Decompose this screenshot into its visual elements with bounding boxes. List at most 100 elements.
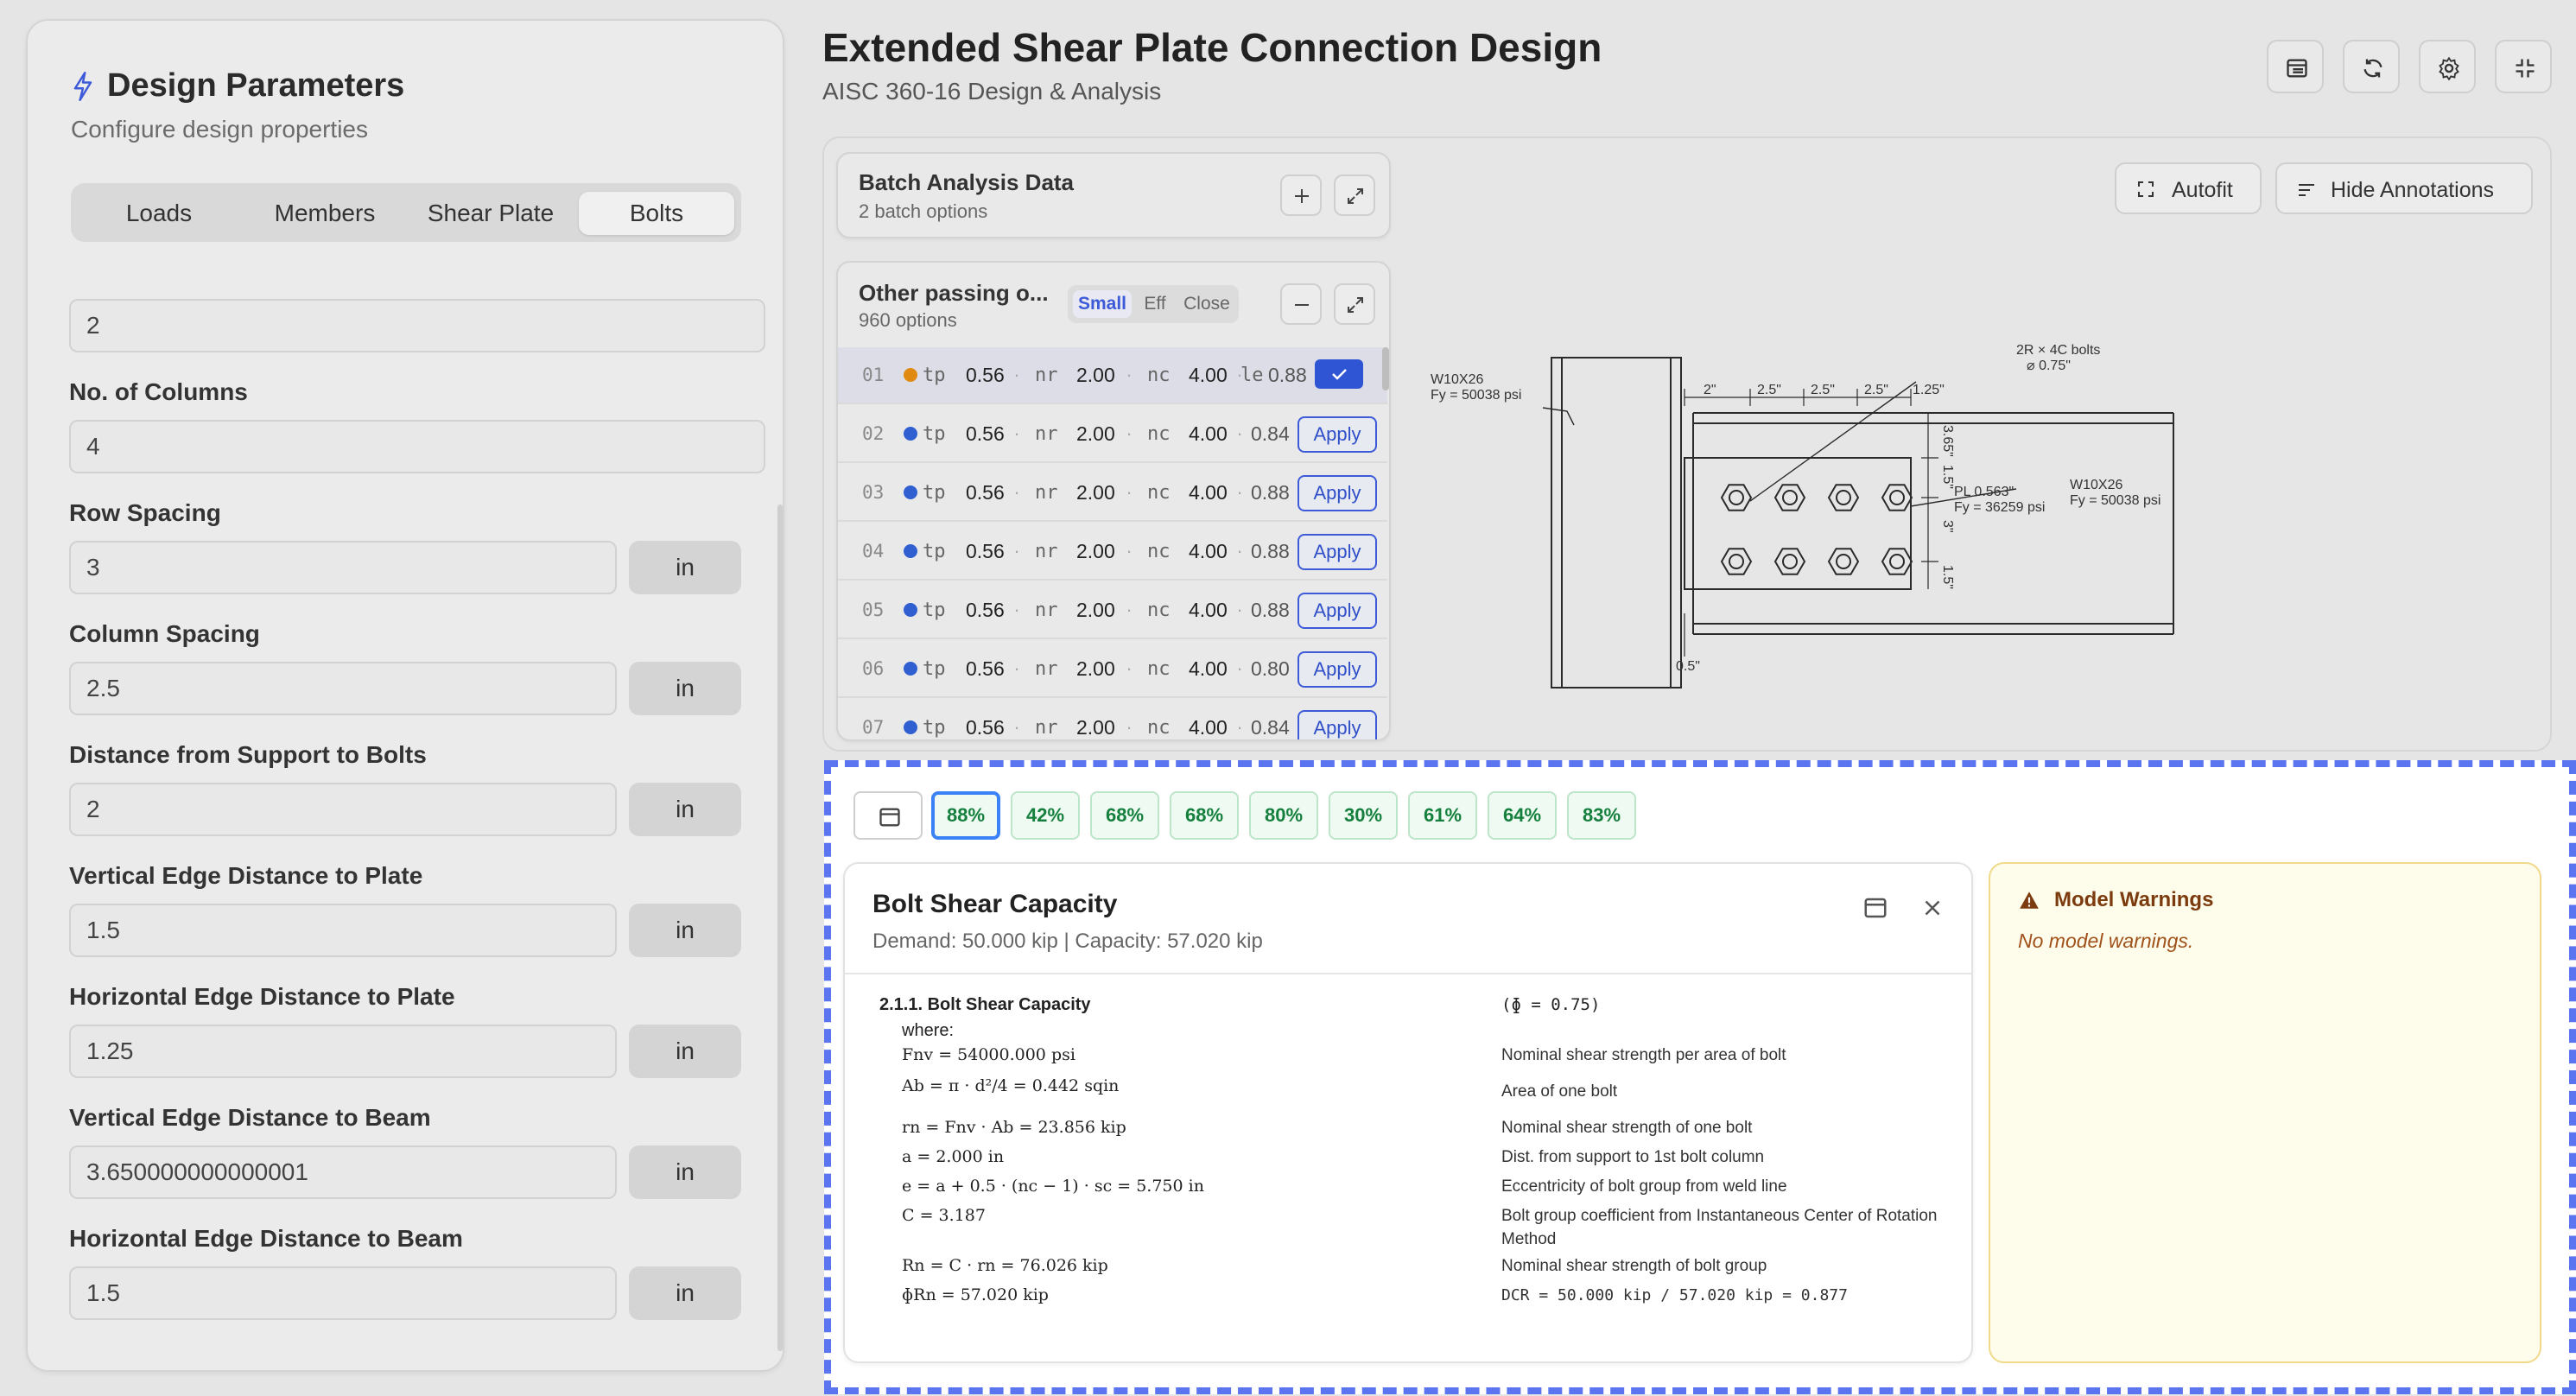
batch-subtitle: 2 batch options — [859, 200, 988, 222]
dcr-check-button[interactable]: 42% — [1011, 791, 1080, 840]
filter-eff[interactable]: Eff — [1135, 290, 1175, 318]
filter-small[interactable]: Small — [1073, 290, 1132, 318]
option-row[interactable]: 05 tp 0.56. nr 2.00. nc 4.00. 0.88 Apply — [838, 582, 1387, 639]
bolt-head — [1773, 484, 1806, 511]
param-key: nr — [1035, 717, 1058, 739]
dcr-check-button[interactable]: 61% — [1408, 791, 1477, 840]
apply-button[interactable]: Apply — [1298, 651, 1377, 688]
options-subtitle: 960 options — [859, 309, 957, 331]
settings-button[interactable] — [2419, 40, 2476, 93]
param-value: 2.00 — [1076, 599, 1115, 621]
hide-annotations-button[interactable]: Hide Annotations — [2275, 162, 2533, 214]
status-dot — [904, 603, 917, 617]
refresh-button[interactable] — [2343, 40, 2400, 93]
bolt-head — [1881, 548, 1913, 575]
horizontal-edge-beam-unit-button[interactable]: in — [629, 1266, 741, 1320]
dcr-check-button[interactable]: 68% — [1090, 791, 1159, 840]
tab-shear-plate[interactable]: Shear Plate — [413, 192, 568, 235]
separator: . — [1014, 594, 1020, 616]
dcr-check-button[interactable]: 68% — [1170, 791, 1239, 840]
column-spacing-unit-button[interactable]: in — [629, 662, 741, 715]
option-row[interactable]: 06 tp 0.56. nr 2.00. nc 4.00. 0.80 Apply — [838, 641, 1387, 698]
close-button[interactable] — [1919, 895, 1951, 926]
tab-members[interactable]: Members — [247, 192, 403, 235]
separator: . — [1237, 653, 1243, 675]
apply-button[interactable]: Apply — [1298, 710, 1377, 739]
column-spacing-input[interactable]: 2.5 — [69, 662, 617, 715]
option-number: 02 — [862, 423, 885, 444]
param-key: tp — [923, 658, 946, 680]
param-value: 4.00 — [1189, 422, 1228, 445]
expand-batch-button[interactable] — [1334, 174, 1375, 216]
param-key: nr — [1035, 482, 1058, 504]
dcr-check-button[interactable]: 64% — [1488, 791, 1557, 840]
drawing-canvas[interactable]: Batch Analysis Data 2 batch options Othe… — [822, 136, 2552, 752]
no-of-rows-input[interactable]: 2 — [69, 299, 765, 352]
autofit-button[interactable]: Autofit — [2115, 162, 2262, 214]
row-spacing-unit-button[interactable]: in — [629, 541, 741, 594]
dcr-check-button[interactable]: 30% — [1329, 791, 1398, 840]
panel-title: Design Parameters — [107, 67, 405, 104]
param-value: 0.56 — [966, 422, 1005, 445]
option-row[interactable]: 01 tp 0.56. nr 2.00. nc 4.00. le 0.88 — [838, 347, 1387, 404]
separator: . — [1126, 359, 1133, 381]
separator: . — [1237, 594, 1243, 616]
panel-scrollbar[interactable] — [777, 504, 783, 1351]
no-of-columns-input[interactable]: 4 — [69, 420, 765, 473]
option-row[interactable]: 02 tp 0.56. nr 2.00. nc 4.00. 0.84 Apply — [838, 406, 1387, 463]
separator: . — [1237, 418, 1243, 440]
horizontal-edge-beam-input[interactable]: 1.5 — [69, 1266, 617, 1320]
bolt-hole — [1836, 490, 1851, 505]
layout-toggle-button[interactable] — [853, 791, 923, 840]
tab-bolts[interactable]: Bolts — [579, 192, 734, 235]
vertical-edge-plate-unit-button[interactable]: in — [629, 904, 741, 957]
table-view-button[interactable] — [2267, 40, 2324, 93]
passing-options-card: Other passing o... 960 options Small Eff… — [836, 261, 1391, 741]
tab-loads[interactable]: Loads — [81, 192, 237, 235]
calc-description: Area of one bolt — [1501, 1082, 1618, 1101]
vertical-edge-beam-unit-button[interactable]: in — [629, 1145, 741, 1199]
option-row[interactable]: 07 tp 0.56. nr 2.00. nc 4.00. 0.84 Apply — [838, 700, 1387, 739]
separator: . — [1126, 712, 1133, 733]
field-label: Distance from Support to Bolts — [69, 741, 427, 768]
option-number: 05 — [862, 600, 885, 620]
param-value: 0.56 — [966, 540, 1005, 562]
expand-options-button[interactable] — [1334, 283, 1375, 325]
vertical-edge-plate-input[interactable]: 1.5 — [69, 904, 617, 957]
apply-button[interactable]: Apply — [1298, 475, 1377, 511]
dcr-check-button[interactable]: 80% — [1249, 791, 1318, 840]
minimize-options-button[interactable] — [1280, 283, 1322, 325]
dcr-check-button[interactable]: 83% — [1567, 791, 1636, 840]
apply-button[interactable]: Apply — [1298, 416, 1377, 453]
expand-icon — [1348, 297, 1363, 313]
bolt-hole — [1729, 554, 1744, 569]
filter-close[interactable]: Close — [1178, 290, 1235, 318]
support-to-bolts-input[interactable]: 2 — [69, 783, 617, 836]
option-row[interactable]: 03 tp 0.56. nr 2.00. nc 4.00. 0.88 Apply — [838, 465, 1387, 522]
support-to-bolts-unit-button[interactable]: in — [629, 783, 741, 836]
selected-check-button[interactable] — [1315, 359, 1363, 389]
field-label: Vertical Edge Distance to Plate — [69, 862, 423, 889]
bolt-head — [1720, 484, 1753, 511]
horizontal-edge-plate-unit-button[interactable]: in — [629, 1025, 741, 1078]
batch-title: Batch Analysis Data — [859, 169, 1075, 195]
apply-button[interactable]: Apply — [1298, 534, 1377, 570]
param-key: nc — [1147, 423, 1171, 445]
param-value: 0.56 — [966, 716, 1005, 739]
apply-button[interactable]: Apply — [1298, 593, 1377, 629]
warnings-title: Model Warnings — [2054, 888, 2214, 911]
support-column — [1551, 357, 1682, 688]
collapse-button[interactable] — [2495, 40, 2552, 93]
option-row[interactable]: 04 tp 0.56. nr 2.00. nc 4.00. 0.88 Apply — [838, 524, 1387, 581]
horizontal-edge-plate-input[interactable]: 1.25 — [69, 1025, 617, 1078]
options-scrollbar[interactable] — [1382, 347, 1389, 390]
add-batch-button[interactable] — [1280, 174, 1322, 216]
field-label: No. of Columns — [69, 378, 248, 405]
vertical-edge-beam-input[interactable]: 3.650000000000001 — [69, 1145, 617, 1199]
dcr-check-button[interactable]: 88% — [931, 791, 1000, 840]
beam-fy-label: Fy = 50038 psi — [2070, 493, 2160, 508]
calc-expression: Fnv = 54000.000 psi — [902, 1045, 1075, 1064]
row-spacing-input[interactable]: 3 — [69, 541, 617, 594]
dock-button[interactable] — [1862, 895, 1894, 926]
refresh-icon — [2363, 59, 2382, 78]
